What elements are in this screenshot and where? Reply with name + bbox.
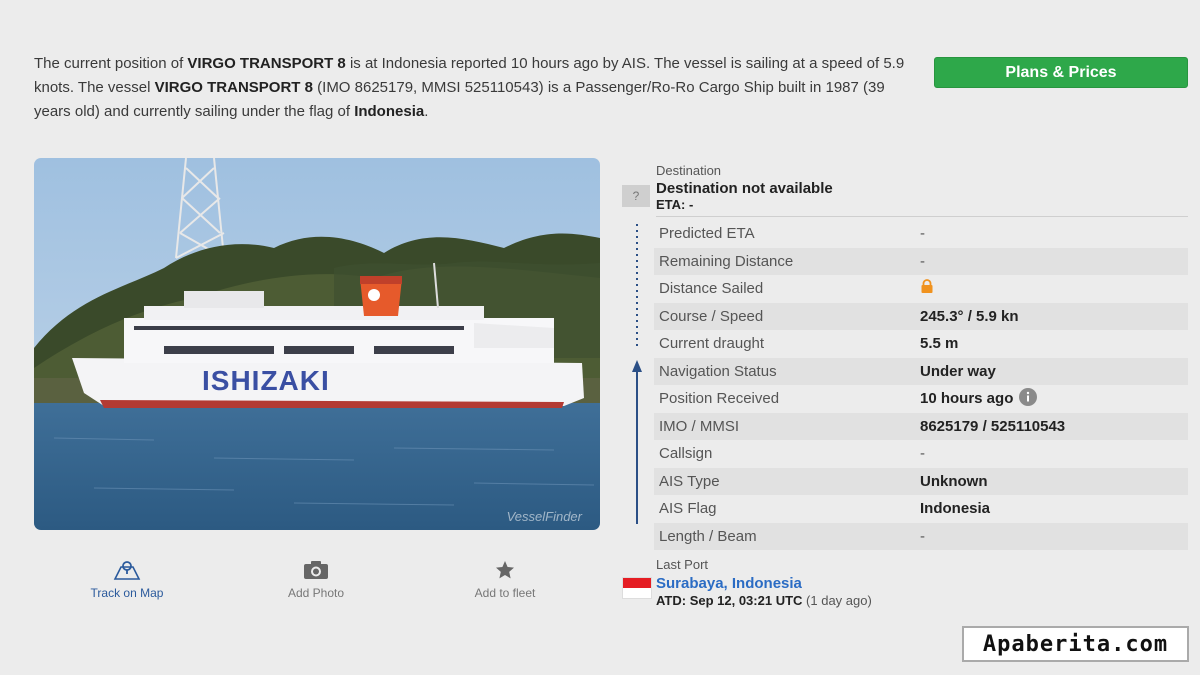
summary-text-4: . [424,103,429,120]
flag-country: Indonesia [354,103,425,120]
detail-key: Course / Speed [659,307,764,325]
atd-time: ATD: Sep 12, 03:21 UTC [656,593,803,608]
detail-row-ais-flag: AIS Flag Indonesia [654,495,1188,523]
camera-icon [256,558,376,582]
atd-relative: (1 day ago) [806,593,872,608]
detail-value: - [920,252,925,270]
detail-value: - [920,527,925,545]
detail-row-navigation-status: Navigation Status Under way [654,357,1188,385]
destination-block: Destination ? Destination not available … [622,163,1188,217]
unknown-destination-icon: ? [622,185,650,207]
divider [656,216,1188,217]
detail-value: - [920,225,925,243]
voyage-timeline [632,224,642,524]
last-port-heading: Last Port [656,557,709,572]
detail-key: AIS Type [659,472,720,490]
detail-row-current-draught: Current draught 5.5 m [654,330,1188,358]
detail-value: Under way [920,362,996,380]
track-on-map-button[interactable]: Track on Map [67,558,187,600]
vessel-photo[interactable]: ISHIZAKI VesselFinder [34,158,600,530]
track-on-map-label: Track on Map [90,586,164,600]
detail-key: Predicted ETA [659,225,755,243]
hull-lettering: ISHIZAKI [202,365,330,396]
detail-value: 5.5 m [920,335,959,353]
detail-row-length-beam: Length / Beam - [654,522,1188,550]
detail-row-course-speed: Course / Speed 245.3° / 5.9 kn [654,302,1188,330]
summary-text-1: The current position of [34,55,188,72]
detail-row-position-received: Position Received 10 hours ago [654,385,1188,413]
detail-key: IMO / MMSI [659,417,739,435]
add-to-fleet-button[interactable]: Add to fleet [445,558,565,600]
vessel-name: VIRGO TRANSPORT 8 [187,55,346,72]
map-pin-icon [67,558,187,582]
plans-prices-button[interactable]: Plans & Prices [934,57,1188,88]
star-icon [445,558,565,582]
detail-key: AIS Flag [659,500,717,518]
detail-key: Remaining Distance [659,252,794,270]
detail-row-ais-type: AIS Type Unknown [654,467,1188,495]
destination-heading: Destination [656,163,722,178]
add-photo-label: Add Photo [287,586,345,600]
detail-row-imo-mmsi: IMO / MMSI 8625179 / 525110543 [654,412,1188,440]
last-port-block: Last Port Surabaya, Indonesia ATD: Sep 1… [622,557,1188,608]
destination-eta: ETA: - [656,197,694,212]
detail-value: 10 hours ago [920,390,1014,408]
lock-icon[interactable] [920,279,934,298]
detail-key: Length / Beam [659,527,757,545]
vessel-actions: Track on Map Add Photo Add to fleet [34,558,600,608]
info-icon[interactable] [1019,387,1038,410]
detail-value: Indonesia [920,500,991,518]
last-port-atd: ATD: Sep 12, 03:21 UTC (1 day ago) [656,593,1188,608]
detail-value: 245.3° / 5.9 kn [920,307,1019,325]
destination-name: Destination not available [656,180,833,197]
detail-row-predicted-eta: Predicted ETA - [654,220,1188,248]
detail-value: - [920,445,925,463]
add-to-fleet-label: Add to fleet [474,586,536,600]
detail-key: Current draught [659,335,765,353]
detail-value: Unknown [920,472,988,490]
ship-image: ISHIZAKI [34,158,600,530]
detail-row-callsign: Callsign - [654,440,1188,468]
site-watermark-logo: Apaberita.com [962,626,1189,662]
detail-key: Navigation Status [659,362,777,380]
vessel-name: VIRGO TRANSPORT 8 [154,79,313,96]
detail-row-distance-sailed: Distance Sailed [654,275,1188,303]
detail-key: Callsign [659,445,713,463]
last-port-link[interactable]: Surabaya, Indonesia [656,575,1188,592]
add-photo-button[interactable]: Add Photo [256,558,376,600]
detail-value: 8625179 / 525110543 [920,417,1066,435]
vessel-summary: The current position of VIRGO TRANSPORT … [34,52,914,124]
vessel-details-table: Predicted ETA - Remaining Distance - Dista… [654,220,1188,550]
detail-key: Distance Sailed [659,280,764,298]
photo-watermark: VesselFinder [506,509,582,524]
detail-row-remaining-distance: Remaining Distance - [654,247,1188,275]
detail-key: Position Received [659,390,780,408]
indonesia-flag-icon [622,577,652,599]
